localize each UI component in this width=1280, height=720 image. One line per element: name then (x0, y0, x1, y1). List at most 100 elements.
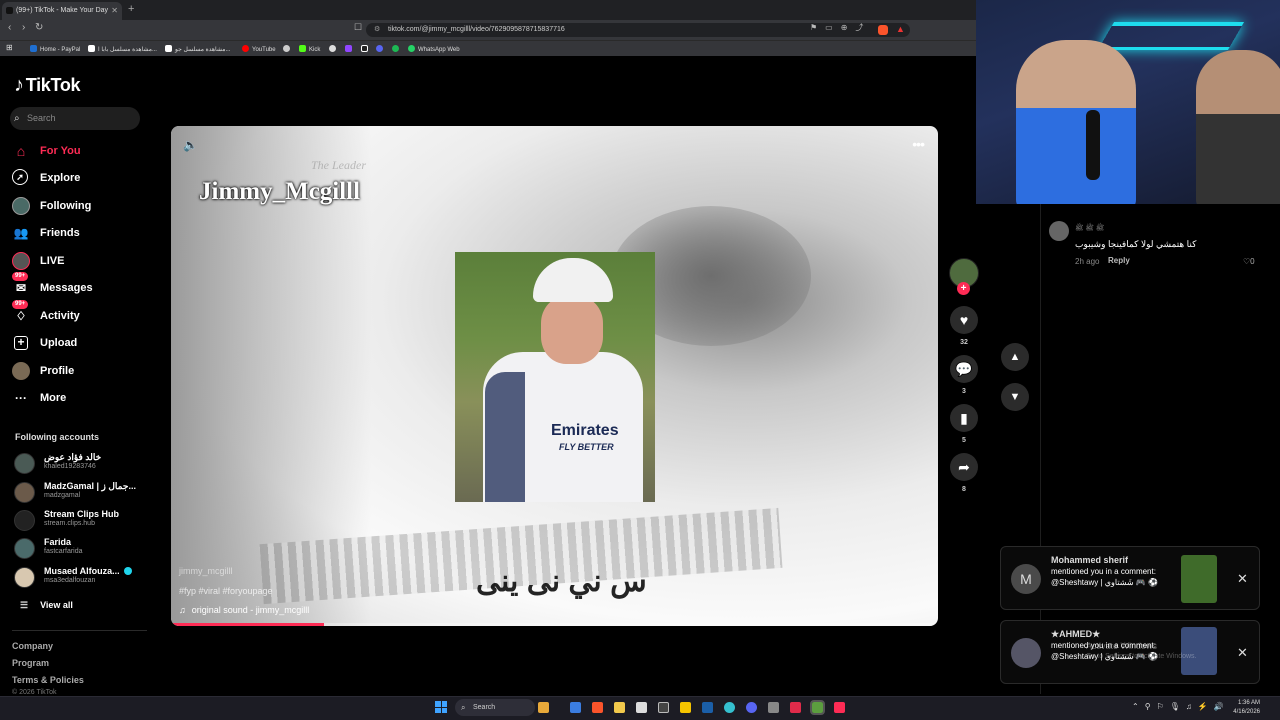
tiktok-logo[interactable]: ♪ TikTok (14, 74, 81, 97)
bookmark-chatgpt[interactable] (283, 45, 293, 53)
bookmark-paypal[interactable]: Home - PayPal (30, 45, 80, 53)
reload-button[interactable]: ↻ (35, 22, 43, 33)
clock-time[interactable]: 1:36 AM (1228, 700, 1260, 706)
close-tab-icon[interactable]: ✕ (111, 2, 118, 20)
nav-profile[interactable]: Profile (12, 361, 74, 381)
bookmark-series-1[interactable]: مشاهدة مسلسل بابا ا... (88, 45, 157, 53)
bookmark-kick[interactable]: Kick (299, 45, 320, 53)
save-button[interactable]: ▮ (950, 404, 978, 432)
nav-activity[interactable]: ♢ 99+ Activity (12, 300, 80, 326)
previous-video-button[interactable]: ▲ (1001, 343, 1029, 371)
streamer-person (1016, 40, 1136, 204)
steam-icon[interactable] (702, 702, 713, 713)
site-info-icon[interactable]: ⚙ (374, 23, 380, 37)
nav-following[interactable]: Following (12, 196, 91, 216)
view-all-button[interactable]: ☰ View all (20, 600, 73, 611)
bookmark-twitch[interactable] (345, 45, 355, 53)
following-avatar-icon (12, 197, 30, 215)
following-account[interactable]: MadzGamal | جمال ز... madzgamal (14, 480, 154, 504)
avatar (14, 567, 35, 588)
bookmark-star-icon[interactable]: ☐ (354, 22, 362, 33)
widgets-icon[interactable] (538, 702, 549, 713)
brave-shield-icon[interactable] (878, 25, 888, 35)
brave-icon[interactable] (592, 702, 603, 713)
following-account[interactable]: خالد فؤاد عوض khaled19283746 (14, 451, 154, 475)
nav-friends[interactable]: 👥 Friends (12, 223, 80, 243)
volume-icon[interactable]: 🔈 (183, 138, 198, 152)
avatar[interactable] (1049, 221, 1069, 241)
mention-notification[interactable]: M Mohammed sherif mentioned you in a com… (1000, 546, 1260, 610)
clock-date[interactable]: 4/16/2026 (1228, 709, 1260, 715)
following-account[interactable]: Musaed Alfouza... msa3edalfouzan (14, 565, 154, 589)
follow-plus-icon[interactable]: + (957, 282, 970, 295)
bookmark-youtube[interactable]: YouTube (242, 45, 276, 53)
forward-button[interactable]: › (22, 22, 25, 33)
footer-company-link[interactable]: Company (12, 641, 53, 651)
share-button[interactable]: ➦ (950, 453, 978, 481)
comment-username[interactable]: ﷺ ﷺ ﷺ (1075, 223, 1104, 234)
like-button[interactable]: ♥ (950, 306, 978, 334)
bookmark-icon: ▮ (960, 410, 968, 426)
app-icon[interactable] (790, 702, 801, 713)
nav-explore[interactable]: ➚ Explore (12, 168, 80, 188)
bookmark-tiktok[interactable] (361, 45, 371, 53)
back-button[interactable]: ‹ (8, 22, 11, 33)
following-account[interactable]: Farida fastcarfarida (14, 536, 154, 560)
toolbar-extension-icons[interactable]: ⚑▭⊕⤴ (810, 22, 871, 33)
verified-badge-icon (123, 567, 132, 575)
comment-like-button[interactable]: ♡0 (1243, 257, 1255, 266)
close-notification-icon[interactable]: ✕ (1237, 645, 1248, 661)
tiktok-icon[interactable] (834, 702, 845, 713)
nav-upload[interactable]: + Upload (12, 333, 77, 353)
discord-icon[interactable] (746, 702, 757, 713)
windows-start-icon[interactable] (435, 701, 447, 713)
openai-icon (329, 45, 336, 52)
copilot-icon[interactable] (570, 702, 581, 713)
search-input[interactable]: ⌕ Search (10, 107, 140, 130)
bookmark-series-2[interactable]: مشاهدة مسلسل جو... (165, 45, 230, 53)
bookmark-discord[interactable] (376, 45, 386, 53)
calendar-icon[interactable] (636, 702, 647, 713)
new-tab-button[interactable]: + (128, 3, 134, 15)
brave-rewards-icon[interactable]: ▲ (896, 24, 905, 34)
nav-messages[interactable]: ✉ 99+ Messages (12, 272, 93, 298)
browser-tab[interactable]: (99+) TikTok - Make Your Day ✕ (2, 2, 122, 20)
settings-icon[interactable] (768, 702, 779, 713)
footer-program-link[interactable]: Program (12, 658, 49, 668)
bookmark-whatsapp[interactable]: WhatsApp Web (408, 45, 460, 53)
video-author-handle[interactable]: jimmy_mcgilll (179, 566, 233, 576)
file-explorer-icon[interactable] (614, 702, 625, 713)
video-caption[interactable]: #fyp #viral #foryoupage (179, 586, 273, 596)
messages-icon: ✉ (15, 281, 27, 295)
video-player[interactable]: The Leader Jimmy_Mcgilll 🔈 ••• Emirates … (171, 126, 938, 626)
bookmark-spotify[interactable] (392, 45, 402, 53)
reply-button[interactable]: Reply (1108, 256, 1130, 265)
apps-grid-icon[interactable]: ⊞ (6, 43, 13, 52)
comment-time: 2h ago (1075, 257, 1100, 266)
comment-button[interactable]: 💬 (950, 355, 978, 383)
following-account[interactable]: Stream Clips Hub stream.clips.hub (14, 508, 154, 532)
taskbar-search[interactable]: ⌕ Search (455, 699, 535, 716)
video-progress-bar[interactable] (171, 623, 938, 626)
like-count: 32 (960, 339, 968, 346)
notification-text: mentioned you in a comment: @Sheshtawy |… (1051, 567, 1158, 587)
obs-icon[interactable] (658, 702, 669, 713)
divider (12, 630, 147, 631)
twitch-icon (345, 45, 352, 52)
mention-notification[interactable]: ★AHMED★ mentioned you in a comment: @She… (1000, 620, 1260, 684)
next-video-button[interactable]: ▼ (1001, 383, 1029, 411)
nav-live[interactable]: LIVE (12, 251, 64, 271)
footer-terms-link[interactable]: Terms & Policies (12, 675, 84, 685)
heart-icon: ♥ (959, 312, 969, 328)
nav-more[interactable]: ··· More (12, 388, 66, 408)
bookmark-openai[interactable] (329, 45, 339, 53)
app-icon[interactable] (680, 702, 691, 713)
edge-icon[interactable] (724, 702, 735, 713)
kick-icon (299, 45, 306, 52)
terminal-icon[interactable] (810, 700, 825, 715)
video-sound[interactable]: ♫ original sound - jimmy_mcgilll (179, 605, 309, 615)
system-tray-icons[interactable]: ⌃⚲⚐🎙♫⚡🔊 (1132, 702, 1230, 711)
more-options-icon[interactable]: ••• (912, 136, 925, 152)
close-notification-icon[interactable]: ✕ (1237, 571, 1248, 587)
nav-for-you[interactable]: ⌂ For You (12, 141, 81, 161)
